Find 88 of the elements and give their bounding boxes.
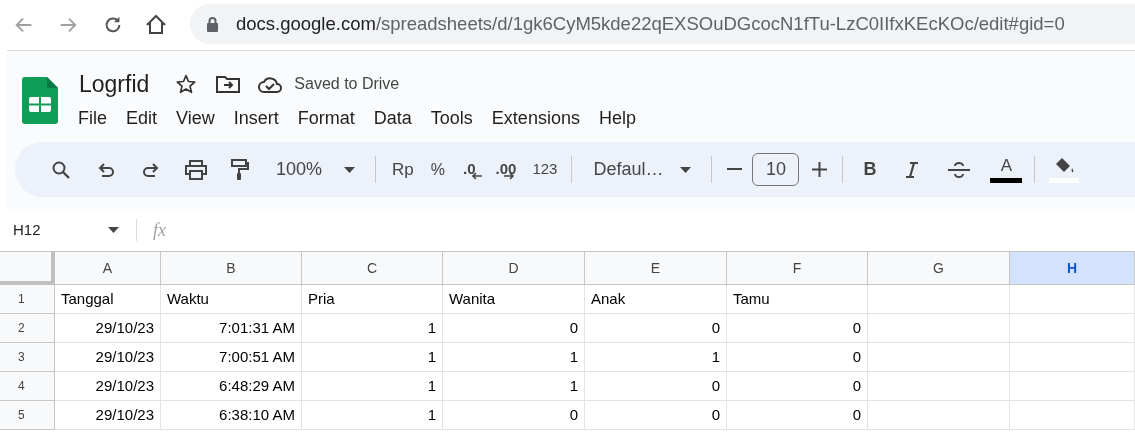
row-header[interactable]: 5 bbox=[0, 401, 55, 430]
undo-icon[interactable] bbox=[96, 160, 116, 179]
menu-item[interactable]: Edit bbox=[126, 105, 158, 132]
address-bar[interactable]: docs.google.com/spreadsheets/d/1gk6CyM5kde22qEXSOuDGcocN1fTu-LzC0IIfxKEcKOc/edit#gid=0 bbox=[190, 4, 1135, 44]
table-cell: 0 bbox=[443, 314, 585, 343]
redo-icon[interactable] bbox=[141, 160, 161, 179]
lock-icon bbox=[206, 16, 219, 32]
menu-item[interactable]: Extensions bbox=[491, 105, 580, 132]
table-cell: Wanita bbox=[443, 285, 585, 314]
caret-icon[interactable] bbox=[680, 166, 692, 173]
column-header[interactable]: C bbox=[302, 252, 443, 285]
row-header[interactable]: 3 bbox=[0, 343, 55, 372]
menu-item[interactable]: Data bbox=[373, 105, 412, 132]
table-cell: 6:48:29 AM bbox=[161, 372, 302, 401]
caret-icon[interactable] bbox=[344, 166, 356, 173]
caret-icon[interactable] bbox=[108, 227, 119, 233]
menu-item[interactable]: Format bbox=[297, 105, 355, 132]
minus-icon[interactable] bbox=[727, 168, 743, 171]
table-cell: 1 bbox=[302, 401, 443, 430]
menu-item[interactable]: Tools bbox=[430, 105, 473, 132]
save-status: Saved to Drive bbox=[294, 74, 400, 94]
function-label: fx bbox=[153, 218, 166, 242]
menu-item[interactable]: Help bbox=[598, 105, 636, 132]
column-header[interactable]: F bbox=[727, 252, 868, 285]
name-box[interactable]: H12 bbox=[13, 218, 108, 242]
table-cell: Tamu bbox=[727, 285, 868, 314]
column-header[interactable]: E bbox=[585, 252, 727, 285]
row-header[interactable]: 2 bbox=[0, 314, 55, 343]
document-title[interactable]: Logrfid bbox=[79, 66, 150, 102]
menu-item[interactable]: Insert bbox=[233, 105, 279, 132]
number-format-button[interactable]: 123 bbox=[532, 158, 558, 181]
table-cell: Anak bbox=[585, 285, 727, 314]
folder-icon[interactable] bbox=[216, 75, 241, 93]
table-cell: 0 bbox=[727, 343, 868, 372]
percent-button[interactable]: % bbox=[430, 157, 445, 182]
cloud-check-icon[interactable] bbox=[258, 75, 284, 93]
table-cell: 29/10/23 bbox=[55, 372, 161, 401]
increase-decimals-button[interactable]: .00 bbox=[495, 157, 516, 182]
font-select[interactable]: Defaul… bbox=[593, 156, 664, 183]
zoom-select[interactable]: 100% bbox=[276, 156, 323, 183]
italic-icon[interactable] bbox=[905, 161, 920, 178]
table-cell: 29/10/23 bbox=[55, 343, 161, 372]
table-cell: 1 bbox=[302, 314, 443, 343]
table-cell: 0 bbox=[727, 314, 868, 343]
table-cell: 7:00:51 AM bbox=[161, 343, 302, 372]
decrease-decimals-button[interactable]: .0 bbox=[463, 157, 482, 182]
bold-button[interactable]: B bbox=[863, 156, 877, 183]
table-cell: 6:38:10 AM bbox=[161, 401, 302, 430]
sheets-logo-icon[interactable] bbox=[22, 77, 58, 124]
text-color-swatch bbox=[990, 177, 1023, 183]
table-cell: 7:01:31 AM bbox=[161, 314, 302, 343]
print-icon[interactable] bbox=[185, 159, 207, 180]
column-header[interactable]: G bbox=[868, 252, 1010, 285]
menu-item[interactable]: View bbox=[176, 105, 215, 132]
table-cell: 1 bbox=[302, 372, 443, 401]
star-icon[interactable] bbox=[176, 74, 197, 94]
table-cell: Waktu bbox=[161, 285, 302, 314]
table-cell: 0 bbox=[727, 372, 868, 401]
table-cell: 0 bbox=[585, 314, 727, 343]
column-header[interactable]: A bbox=[55, 252, 161, 285]
url-path: /spreadsheets/d/1gk6CyM5kde22qEXSOuDGcocN1fTu-LzC0IIfxKEcKOc/edit#gid=0 bbox=[375, 12, 1065, 37]
table-cell: 0 bbox=[585, 372, 727, 401]
table-cell: 29/10/23 bbox=[55, 314, 161, 343]
text-color-button[interactable]: A bbox=[1000, 156, 1013, 175]
currency-button[interactable]: Rp bbox=[392, 156, 414, 183]
table-cell: 1 bbox=[302, 343, 443, 372]
column-header[interactable]: B bbox=[161, 252, 302, 285]
table-cell: Tanggal bbox=[55, 285, 161, 314]
table-cell: 0 bbox=[443, 401, 585, 430]
table-cell: 0 bbox=[585, 401, 727, 430]
plus-icon[interactable] bbox=[812, 162, 828, 177]
table-cell: 0 bbox=[727, 401, 868, 430]
menu-item[interactable]: File bbox=[78, 105, 107, 132]
table-cell: 1 bbox=[443, 343, 585, 372]
search-icon[interactable] bbox=[51, 159, 71, 180]
url-host: docs.google.com bbox=[236, 12, 376, 37]
paint-roller-icon[interactable] bbox=[230, 158, 250, 181]
table-cell: 1 bbox=[443, 372, 585, 401]
row-header[interactable]: 1 bbox=[0, 285, 55, 314]
row-header[interactable]: 4 bbox=[0, 372, 55, 401]
table-cell: 29/10/23 bbox=[55, 401, 161, 430]
table-cell: 1 bbox=[585, 343, 727, 372]
column-header[interactable]: H bbox=[1010, 252, 1135, 285]
home-icon[interactable] bbox=[144, 13, 168, 37]
strikethrough-icon[interactable] bbox=[948, 161, 971, 178]
font-size-field[interactable]: 10 bbox=[752, 153, 800, 186]
column-header[interactable]: D bbox=[443, 252, 585, 285]
table-cell: Pria bbox=[302, 285, 443, 314]
